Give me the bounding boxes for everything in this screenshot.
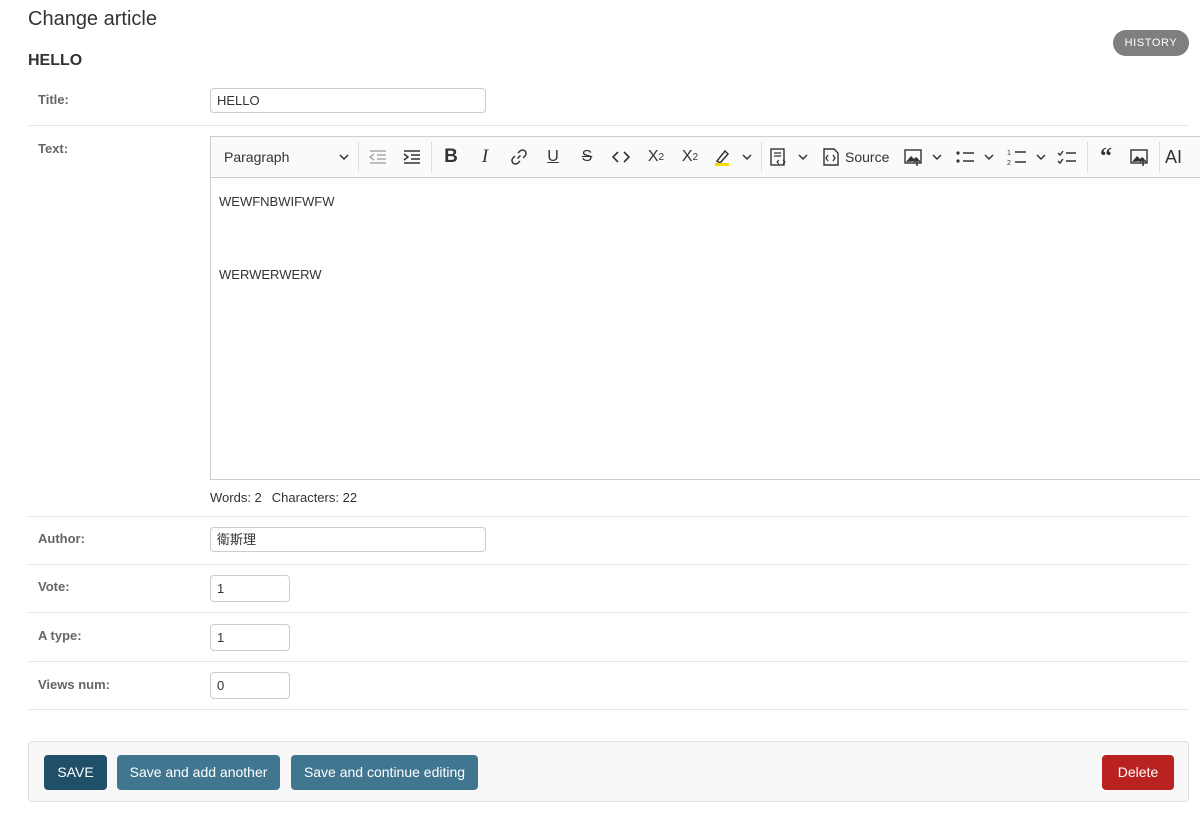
editor-toolbar: Paragraph B I U S X2 X2 Source 1 2 “ AI	[211, 137, 1200, 178]
chevron-down-icon[interactable]	[981, 144, 997, 170]
svg-text:1: 1	[1007, 150, 1011, 157]
a-type-input[interactable]: 1	[210, 624, 290, 651]
a-type-label: A type:	[38, 628, 82, 643]
delete-button[interactable]: Delete	[1102, 755, 1174, 790]
image-upload-icon[interactable]	[1127, 144, 1151, 170]
image-insert-icon[interactable]	[901, 144, 925, 170]
object-title: HELLO	[28, 52, 83, 69]
font-size-icon[interactable]: AI	[1165, 144, 1195, 170]
heading-dropdown[interactable]: Paragraph	[217, 144, 353, 170]
svg-text:2: 2	[1007, 160, 1011, 166]
submit-row: SAVE Save and add another Save and conti…	[28, 741, 1189, 802]
chevron-down-icon[interactable]	[795, 144, 811, 170]
outdent-icon[interactable]	[365, 144, 391, 170]
word-count: Words: 2 Characters: 22	[210, 490, 367, 505]
editor-paragraph: WERWERWERW	[219, 267, 322, 282]
vote-input[interactable]: 1	[210, 575, 290, 602]
page-title: Change article	[28, 8, 157, 30]
save-button[interactable]: SAVE	[44, 755, 107, 790]
chevron-down-icon	[339, 154, 349, 161]
indent-icon[interactable]	[399, 144, 425, 170]
italic-icon[interactable]: I	[473, 144, 497, 170]
todo-list-icon[interactable]	[1055, 144, 1079, 170]
form-row-vote: Vote: 1	[28, 565, 1189, 613]
source-icon	[823, 148, 839, 166]
toolbar-separator	[1087, 142, 1088, 172]
characters-count: Characters: 22	[271, 490, 358, 505]
highlight-icon[interactable]	[711, 144, 735, 170]
form-row-title: Title: HELLO	[28, 78, 1189, 126]
bulleted-list-icon[interactable]	[953, 144, 977, 170]
rich-text-editor: Paragraph B I U S X2 X2 Source 1 2 “ AI …	[210, 136, 1200, 480]
heading-dropdown-label: Paragraph	[224, 149, 290, 165]
save-and-continue-editing-button[interactable]: Save and continue editing	[291, 755, 478, 790]
underline-icon[interactable]: U	[541, 144, 565, 170]
title-input[interactable]: HELLO	[210, 88, 486, 113]
code-icon[interactable]	[609, 144, 633, 170]
blockquote-icon[interactable]: “	[1094, 144, 1118, 170]
save-and-add-another-button[interactable]: Save and add another	[117, 755, 280, 790]
history-button[interactable]: HISTORY	[1113, 30, 1189, 56]
editor-content-area[interactable]: WEWFNBWIFWFW WERWERWERW	[211, 178, 1200, 479]
editor-paragraph: WEWFNBWIFWFW	[219, 194, 335, 209]
views-num-label: Views num:	[38, 677, 111, 692]
form-row-author: Author: 衛斯理	[28, 517, 1189, 565]
words-count: Words: 2	[210, 490, 262, 505]
source-label: Source	[845, 149, 890, 165]
author-label: Author:	[38, 531, 85, 546]
vote-label: Vote:	[38, 579, 70, 594]
strikethrough-icon[interactable]: S	[575, 144, 599, 170]
subscript-icon[interactable]: X2	[643, 144, 669, 170]
bold-icon[interactable]: B	[439, 144, 463, 170]
source-button[interactable]: Source	[821, 144, 891, 170]
form-row-views-num: Views num: 0	[28, 662, 1189, 710]
source-editing-icon[interactable]	[767, 144, 791, 170]
author-input[interactable]: 衛斯理	[210, 527, 486, 552]
form-row-a-type: A type: 1	[28, 613, 1189, 662]
toolbar-separator	[761, 142, 762, 172]
superscript-icon[interactable]: X2	[677, 144, 703, 170]
chevron-down-icon[interactable]	[1033, 144, 1049, 170]
numbered-list-icon[interactable]: 12	[1005, 144, 1029, 170]
views-num-input[interactable]: 0	[210, 672, 290, 699]
link-icon[interactable]	[507, 144, 531, 170]
toolbar-separator	[1159, 142, 1160, 172]
toolbar-separator	[431, 142, 432, 172]
text-label: Text:	[38, 141, 69, 156]
chevron-down-icon[interactable]	[929, 144, 945, 170]
chevron-down-icon[interactable]	[739, 144, 755, 170]
toolbar-separator	[358, 142, 359, 172]
title-label: Title:	[38, 92, 69, 107]
